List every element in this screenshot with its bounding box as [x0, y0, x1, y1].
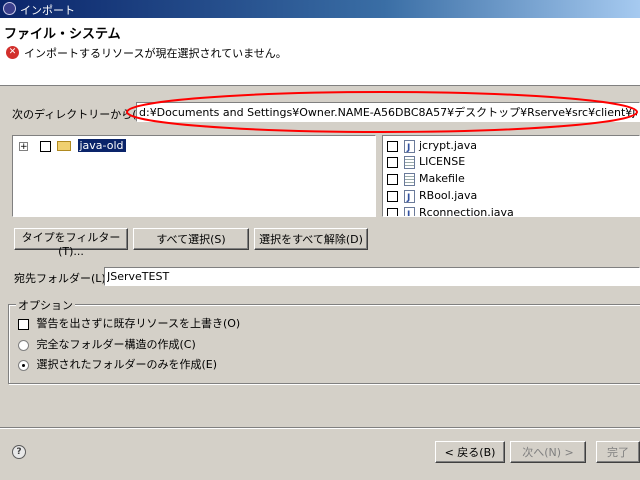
java-file-icon	[404, 139, 415, 157]
finish-button[interactable]: 完了	[596, 441, 640, 463]
selected-only-label: 選択されたフォルダーのみを作成(E)	[36, 358, 218, 371]
tree-item-label: java-old	[77, 139, 126, 152]
wizard-header: ファイル・システム ✕ インポートするリソースが現在選択されていません。	[0, 18, 640, 86]
deselect-all-button[interactable]: 選択をすべて解除(D)	[254, 228, 368, 250]
destination-folder-input[interactable]	[105, 268, 639, 285]
file-checkbox[interactable]	[387, 190, 398, 202]
red-annotation-ellipse	[126, 91, 638, 133]
full-structure-option[interactable]: 完全なフォルダー構造の作成(C)	[18, 336, 196, 352]
filter-types-button[interactable]: タイプをフィルター(T)...	[14, 228, 128, 258]
file-row[interactable]: LICENSE	[387, 153, 465, 170]
options-group-title: オプション	[16, 297, 75, 313]
error-icon: ✕	[6, 46, 19, 59]
file-name: RBool.java	[419, 189, 478, 202]
file-checkbox[interactable]	[387, 156, 398, 168]
tree-checkbox[interactable]	[39, 140, 51, 152]
selected-only-radio[interactable]	[18, 359, 29, 371]
full-structure-label: 完全なフォルダー構造の作成(C)	[36, 338, 196, 351]
selected-only-option[interactable]: 選択されたフォルダーのみを作成(E)	[18, 356, 217, 372]
file-checkbox[interactable]	[387, 140, 398, 152]
folder-tree[interactable]: + java-old	[12, 135, 376, 217]
java-file-icon	[404, 189, 415, 207]
file-row[interactable]: Makefile	[387, 170, 465, 187]
select-all-button[interactable]: すべて選択(S)	[133, 228, 249, 250]
file-row[interactable]: jcrypt.java	[387, 137, 477, 157]
next-button[interactable]: 次へ(N) >	[510, 441, 586, 463]
overwrite-option[interactable]: 警告を出さずに既存リソースを上書き(O)	[18, 315, 240, 331]
error-message: インポートするリソースが現在選択されていません。	[24, 47, 287, 60]
window-title: インポート	[20, 4, 75, 17]
java-file-icon	[404, 206, 415, 216]
folder-icon	[57, 141, 71, 151]
overwrite-label: 警告を出さずに既存リソースを上書き(O)	[36, 317, 241, 330]
title-bar: インポート	[0, 0, 640, 18]
file-list[interactable]: jcrypt.java LICENSE Makefile RBool.java …	[382, 135, 640, 217]
text-file-icon	[404, 155, 415, 169]
tree-item[interactable]: + java-old	[19, 137, 126, 154]
file-row[interactable]: Rconnection.java	[387, 204, 514, 217]
file-checkbox[interactable]	[387, 207, 398, 216]
back-button[interactable]: < 戻る(B)	[435, 441, 505, 463]
file-row[interactable]: RBool.java	[387, 187, 478, 207]
destination-folder-field[interactable]	[104, 267, 640, 286]
page-title: ファイル・システム	[4, 27, 121, 42]
overwrite-checkbox[interactable]	[18, 318, 29, 330]
text-file-icon	[404, 172, 415, 186]
file-name: LICENSE	[419, 155, 466, 168]
eclipse-icon	[3, 2, 16, 15]
help-icon[interactable]: ?	[12, 445, 26, 459]
destination-folder-label: 宛先フォルダー(L):	[14, 272, 110, 285]
expand-icon[interactable]: +	[19, 141, 28, 151]
file-name: Makefile	[419, 172, 465, 185]
file-name: jcrypt.java	[419, 139, 477, 152]
file-name: Rconnection.java	[419, 206, 514, 217]
file-checkbox[interactable]	[387, 173, 398, 185]
full-structure-radio[interactable]	[18, 339, 29, 351]
footer-separator	[0, 427, 640, 429]
